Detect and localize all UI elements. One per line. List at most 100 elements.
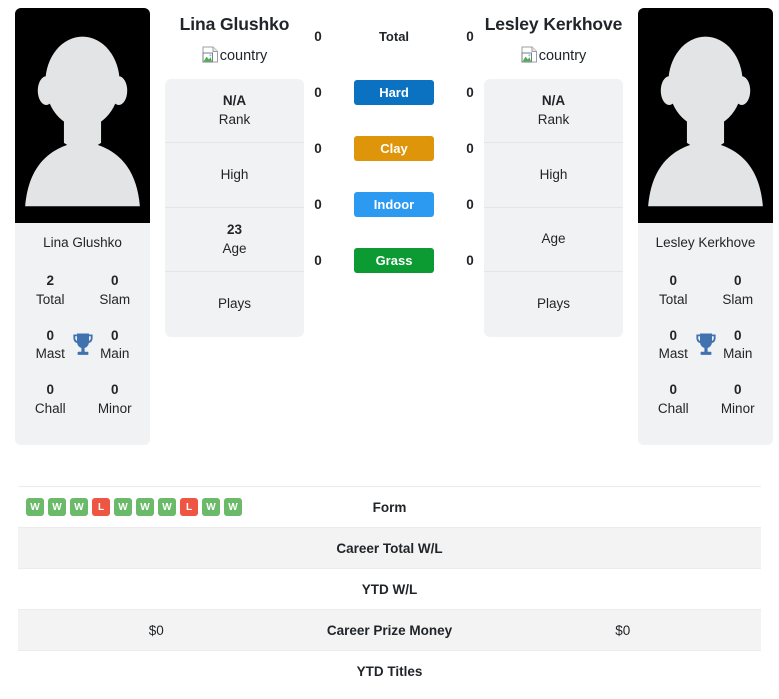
right-player-country: country xyxy=(484,46,623,67)
right-player-photo-column: Lesley Kerkhove 0 Total 0 Slam 0 Mast 0 … xyxy=(623,8,779,445)
right-titles-chall-label: Chall xyxy=(657,400,689,416)
surface-comparison-column: 0 Total 0 0 Hard 0 0 Clay 0 0 Indoor 0 0 xyxy=(304,8,484,288)
left-titles-minor-label: Minor xyxy=(97,400,132,416)
left-titles-chall-label: Chall xyxy=(34,400,66,416)
form-badge-loss: L xyxy=(92,498,110,516)
right-titles-slam-value: 0 xyxy=(733,273,742,289)
table-row-label-ytd-wl: YTD W/L xyxy=(361,581,418,597)
surface-row-indoor: 0 Indoor 0 xyxy=(304,176,484,232)
right-player-photo-frame xyxy=(638,8,773,223)
right-player-info-column: Lesley Kerkhove country N/A Rank High Ag… xyxy=(484,8,623,337)
left-titles-total-label: Total xyxy=(36,291,65,307)
left-player-country: country xyxy=(165,46,304,67)
table-row-ytd-wl: YTD W/L xyxy=(18,568,761,609)
surface-row-hard: 0 Hard 0 xyxy=(304,64,484,120)
surface-hard-chip[interactable]: Hard xyxy=(354,79,434,105)
left-player-photo-column: Lina Glushko 2 Total 0 Slam 0 Mast 0 Mai… xyxy=(0,8,165,445)
table-row-career-total-wl: Career Total W/L xyxy=(18,527,761,568)
right-info-high: High xyxy=(484,143,623,208)
surface-indoor-chip[interactable]: Indoor xyxy=(354,191,434,217)
left-titles-slam-value: 0 xyxy=(110,273,119,289)
right-titles-main-label: Main xyxy=(723,346,753,362)
broken-image-icon xyxy=(521,46,538,67)
left-player-info-card: N/A Rank High 23 Age Plays xyxy=(165,78,304,337)
left-player-titles-grid: 2 Total 0 Slam 0 Mast 0 Main 0 Chall 0 M… xyxy=(15,265,150,445)
surface-indoor-left-value: 0 xyxy=(314,196,322,212)
right-titles-total: 0 Total xyxy=(648,271,699,309)
table-row-form: WWWLWWWLWW Form xyxy=(18,486,761,527)
right-info-plays-label: Plays xyxy=(536,296,570,312)
left-info-rank-label: Rank xyxy=(218,111,251,127)
form-badge-win: W xyxy=(70,498,88,516)
left-titles-total-value: 2 xyxy=(46,273,55,289)
form-badge-loss: L xyxy=(180,498,198,516)
career-prize-money-left: $0 xyxy=(148,622,164,638)
left-player-photo-card[interactable]: Lina Glushko 2 Total 0 Slam 0 Mast 0 Mai… xyxy=(15,8,150,445)
player-silhouette-icon xyxy=(15,24,150,207)
trophy-icon xyxy=(693,330,719,363)
left-info-plays-label: Plays xyxy=(217,296,251,312)
surface-grass-chip[interactable]: Grass xyxy=(354,247,434,273)
table-row-label-ytd-titles: YTD Titles xyxy=(356,663,423,679)
right-titles-row-mast-main: 0 Mast 0 Main xyxy=(644,320,767,374)
left-form-badges: WWWLWWWLWW xyxy=(22,498,295,516)
left-info-age: 23 Age xyxy=(165,208,304,273)
left-titles-row-mast-main: 0 Mast 0 Main xyxy=(21,320,144,374)
left-titles-mast-label: Mast xyxy=(35,346,65,362)
top-comparison-area: Lina Glushko 2 Total 0 Slam 0 Mast 0 Mai… xyxy=(0,0,779,477)
surface-total-label: Total xyxy=(378,28,410,44)
right-titles-minor-value: 0 xyxy=(733,382,742,398)
right-country-alt-text: country xyxy=(538,47,587,64)
comparison-stats-table: WWWLWWWLWW Form Career Total W/L YTD W/L… xyxy=(0,486,779,691)
right-titles-mast-value: 0 xyxy=(669,327,678,343)
left-info-age-label: Age xyxy=(222,240,247,256)
form-badge-win: W xyxy=(26,498,44,516)
left-player-photo-frame xyxy=(15,8,150,223)
right-info-rank: N/A Rank xyxy=(484,79,623,144)
left-player-photo-caption: Lina Glushko xyxy=(15,223,150,266)
table-row-ytd-titles: YTD Titles xyxy=(18,650,761,691)
right-titles-total-label: Total xyxy=(659,291,688,307)
surface-clay-chip[interactable]: Clay xyxy=(354,135,434,161)
left-titles-slam: 0 Slam xyxy=(89,271,140,309)
left-player-info-column: Lina Glushko country N/A Rank High 23 Ag… xyxy=(165,8,304,337)
surface-total-right-value: 0 xyxy=(466,28,474,44)
surface-total-left-value: 0 xyxy=(314,28,322,44)
right-titles-chall-value: 0 xyxy=(669,382,678,398)
table-row-label-career-total-wl: Career Total W/L xyxy=(336,540,443,556)
player-silhouette-icon xyxy=(638,24,773,207)
form-badge-win: W xyxy=(202,498,220,516)
left-titles-row-chall-minor: 0 Chall 0 Minor xyxy=(21,374,144,428)
right-player-photo-caption: Lesley Kerkhove xyxy=(638,223,773,266)
right-player-photo-card[interactable]: Lesley Kerkhove 0 Total 0 Slam 0 Mast 0 … xyxy=(638,8,773,445)
form-badge-win: W xyxy=(114,498,132,516)
form-badge-win: W xyxy=(158,498,176,516)
form-badge-win: W xyxy=(48,498,66,516)
career-prize-money-right: $0 xyxy=(615,622,631,638)
left-titles-slam-label: Slam xyxy=(99,291,131,307)
form-badge-win: W xyxy=(224,498,242,516)
table-row-career-prize-money: $0 Career Prize Money $0 xyxy=(18,609,761,650)
right-info-high-label: High xyxy=(539,166,568,182)
right-titles-chall: 0 Chall xyxy=(648,380,699,418)
left-info-age-value: 23 xyxy=(226,221,243,237)
form-badge-win: W xyxy=(136,498,154,516)
left-titles-mast-value: 0 xyxy=(46,327,55,343)
broken-image-icon xyxy=(202,46,219,67)
left-titles-minor-value: 0 xyxy=(110,382,119,398)
surface-indoor-right-value: 0 xyxy=(466,196,474,212)
right-info-age: Age xyxy=(484,208,623,273)
left-titles-total: 2 Total xyxy=(25,271,76,309)
table-row-label-career-prize-money: Career Prize Money xyxy=(326,622,453,638)
right-titles-minor-label: Minor xyxy=(720,400,755,416)
left-titles-minor: 0 Minor xyxy=(89,380,140,418)
right-titles-mast: 0 Mast xyxy=(648,326,699,364)
trophy-icon xyxy=(70,330,96,363)
right-player-name[interactable]: Lesley Kerkhove xyxy=(484,14,623,36)
left-info-high-label: High xyxy=(220,166,249,182)
left-info-rank-value: N/A xyxy=(222,92,247,108)
form-left-cell: WWWLWWWLWW xyxy=(18,498,295,516)
left-player-name[interactable]: Lina Glushko xyxy=(165,14,304,36)
right-player-info-card: N/A Rank High Age Plays xyxy=(484,78,623,337)
surface-clay-right-value: 0 xyxy=(466,140,474,156)
